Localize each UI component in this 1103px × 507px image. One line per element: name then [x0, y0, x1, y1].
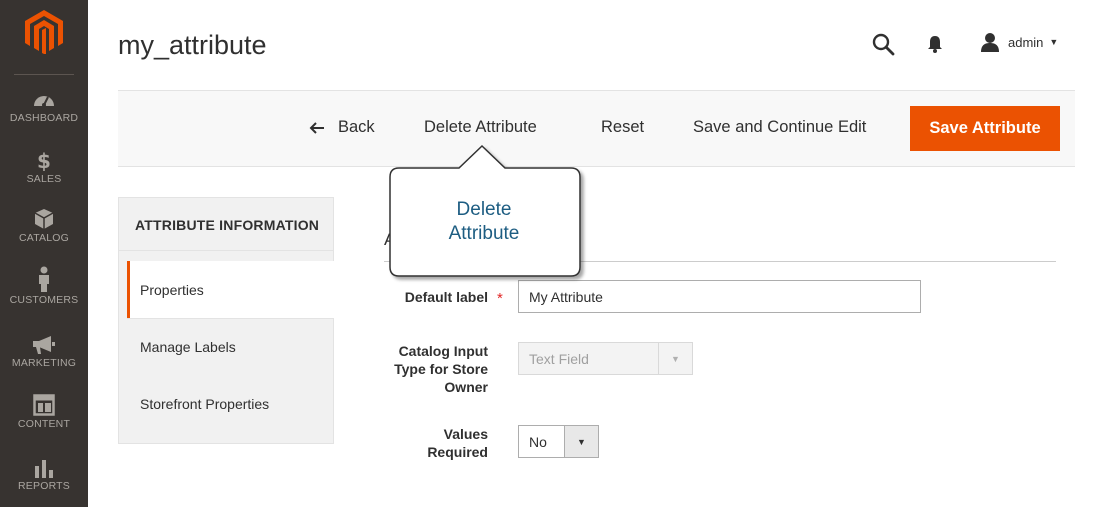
callout-line1: Delete — [456, 199, 512, 220]
catalog-input-type-select: Text Field ▼ — [518, 342, 693, 375]
megaphone-icon — [33, 336, 55, 354]
dollar-icon: $ — [37, 149, 51, 171]
callout-line2: Attribute — [448, 223, 520, 244]
page-title: my_attribute — [118, 30, 267, 60]
tab-properties[interactable]: Properties — [127, 261, 335, 318]
catalog-input-type-label-line1: Catalog Input — [398, 343, 488, 359]
delete-attribute-button[interactable]: Delete Attribute — [424, 118, 537, 137]
required-marker: * — [497, 290, 503, 307]
chevron-down-icon: ▼ — [1049, 37, 1059, 47]
svg-text:$: $ — [37, 149, 51, 171]
logo-divider — [14, 74, 74, 75]
admin-sidebar: DASHBOARD $ SALES CATALOG CUSTOMERS MARK… — [0, 0, 88, 507]
default-label-label: Default label — [404, 289, 488, 305]
nav-marketing-label: MARKETING — [11, 357, 77, 369]
reset-button[interactable]: Reset — [601, 118, 644, 137]
back-label: Back — [338, 118, 375, 136]
nav-marketing[interactable]: MARKETING — [0, 335, 88, 369]
save-and-continue-button[interactable]: Save and Continue Edit — [693, 118, 866, 137]
values-required-label: Values Required — [388, 425, 488, 461]
nav-content-label: CONTENT — [17, 418, 71, 430]
nav-customers-label: CUSTOMERS — [9, 294, 79, 306]
nav-dashboard[interactable]: DASHBOARD — [0, 90, 88, 124]
attribute-tabs-panel: ATTRIBUTE INFORMATION Properties Manage … — [118, 197, 335, 444]
search-icon[interactable] — [871, 32, 895, 56]
tabs-title: ATTRIBUTE INFORMATION — [135, 217, 320, 233]
nav-sales[interactable]: $ SALES — [0, 149, 88, 185]
admin-user-menu[interactable]: admin ▼ — [980, 31, 1058, 53]
catalog-input-type-label-line3: Owner — [444, 379, 488, 395]
catalog-input-type-label: Catalog Input Type for Store Owner — [378, 342, 488, 396]
nav-catalog[interactable]: CATALOG — [0, 208, 88, 244]
catalog-input-type-label-line2: Type for Store — [394, 361, 488, 377]
user-name: admin — [1008, 34, 1044, 50]
arrow-left-icon — [309, 121, 324, 134]
chevron-down-icon: ▼ — [564, 426, 598, 457]
nav-content[interactable]: CONTENT — [0, 394, 88, 430]
values-required-label-line1: Values — [443, 426, 488, 442]
nav-sales-label: SALES — [26, 173, 62, 185]
chevron-down-icon: ▼ — [658, 343, 692, 374]
magento-logo-icon[interactable] — [25, 10, 63, 54]
tabs-divider — [119, 250, 333, 251]
save-attribute-button[interactable]: Save Attribute — [910, 106, 1060, 151]
callout-text: Delete Attribute — [389, 198, 579, 246]
default-label-input[interactable] — [518, 280, 921, 313]
tab-storefront-properties[interactable]: Storefront Properties — [127, 375, 335, 432]
nav-customers[interactable]: CUSTOMERS — [0, 266, 88, 306]
values-required-select[interactable]: No ▼ — [518, 425, 599, 458]
layout-icon — [33, 394, 55, 416]
back-button[interactable]: Back — [309, 118, 375, 137]
person-icon — [39, 266, 49, 292]
dashboard-icon — [34, 96, 54, 107]
bell-icon[interactable] — [925, 34, 945, 54]
box-icon — [34, 209, 54, 229]
values-required-label-line2: Required — [427, 444, 488, 460]
catalog-input-type-value: Text Field — [529, 350, 589, 367]
user-icon — [981, 33, 999, 52]
nav-catalog-label: CATALOG — [18, 232, 70, 244]
bar-chart-icon — [35, 460, 53, 478]
nav-dashboard-label: DASHBOARD — [9, 112, 79, 124]
nav-reports[interactable]: REPORTS — [0, 458, 88, 492]
nav-reports-label: REPORTS — [18, 480, 70, 492]
tab-manage-labels[interactable]: Manage Labels — [127, 318, 335, 375]
values-required-value: No — [529, 433, 547, 450]
